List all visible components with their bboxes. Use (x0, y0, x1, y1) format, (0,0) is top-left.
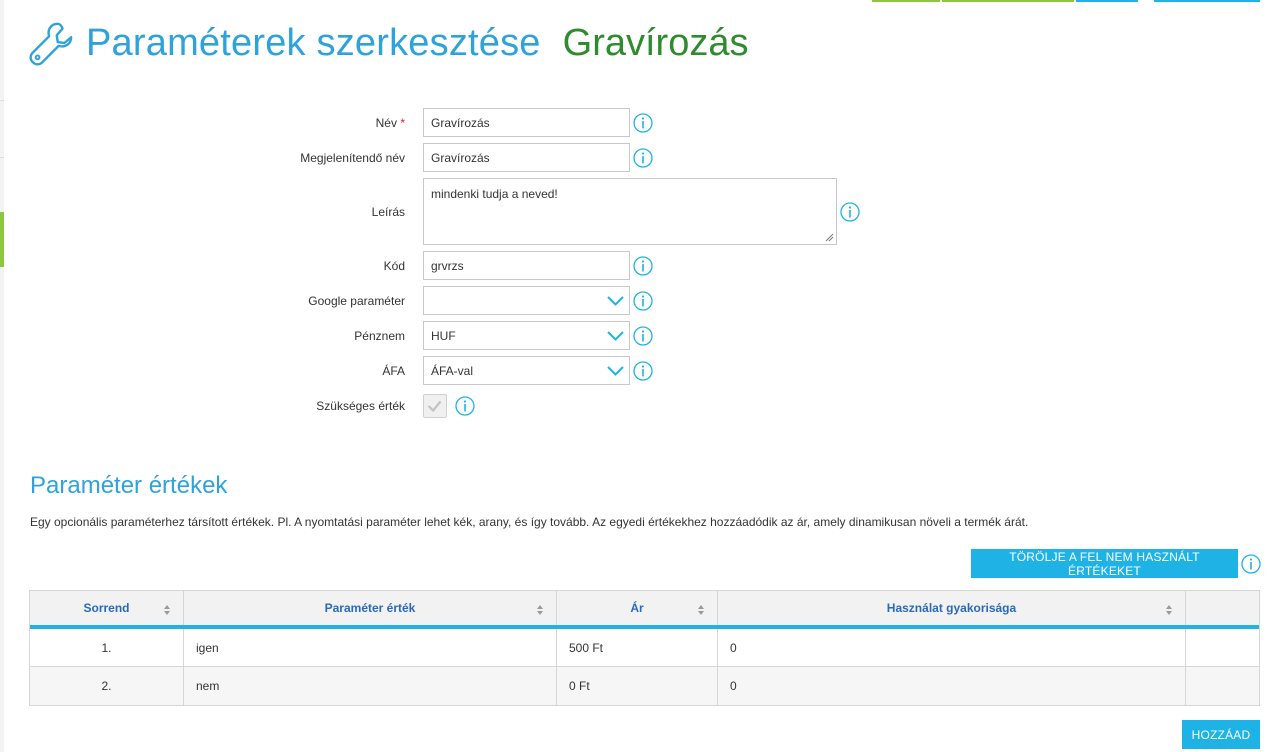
info-icon[interactable] (633, 361, 653, 381)
column-header-label: Használat gyakorisága (886, 601, 1017, 615)
sort-icon (164, 605, 170, 615)
cell-actions (1186, 667, 1259, 705)
column-header-order[interactable]: Sorrend (30, 591, 184, 625)
column-header-parameter-value[interactable]: Paraméter érték (184, 591, 557, 625)
top-tab-strip (1154, 0, 1260, 2)
description-label: Leírás (371, 205, 405, 219)
info-icon[interactable] (633, 326, 653, 346)
required-value-label: Szükséges érték (316, 399, 405, 413)
page-header: Paraméterek szerkesztése Gravírozás (28, 20, 748, 66)
page-title: Paraméterek szerkesztése (86, 21, 541, 64)
table-header-row: Sorrend Paraméter érték Ár Használat gya… (30, 591, 1259, 629)
info-icon[interactable] (633, 291, 653, 311)
code-label: Kód (383, 259, 405, 273)
name-label-text: Név (375, 116, 397, 130)
table-row[interactable]: 2. nem 0 Ft 0 (30, 667, 1259, 705)
sort-icon (698, 605, 704, 615)
cell-usage-frequency: 0 (718, 667, 1186, 705)
add-value-button[interactable]: HOZZÁAD (1182, 720, 1260, 749)
code-input[interactable]: grvrzs (423, 251, 630, 280)
column-header-actions (1186, 591, 1259, 625)
vat-label: ÁFA (382, 364, 405, 378)
name-input-value: Gravírozás (431, 115, 490, 130)
code-input-value: grvrzs (431, 258, 464, 273)
left-edge-strip (0, 0, 4, 752)
info-icon[interactable] (840, 202, 860, 222)
google-parameter-select[interactable] (423, 286, 630, 315)
column-header-label: Paraméter érték (324, 601, 416, 615)
checkmark-icon (427, 400, 442, 413)
column-header-label: Sorrend (83, 601, 130, 615)
section-description: Egy opcionális paraméterhez társított ér… (30, 515, 1029, 529)
left-edge-separator (0, 100, 4, 101)
column-header-label: Ár (630, 601, 644, 615)
cell-parameter-value: nem (184, 667, 557, 705)
display-name-label: Megjelenítendő név (300, 151, 405, 165)
cell-parameter-value: igen (184, 629, 557, 666)
resize-handle-icon[interactable] (825, 233, 834, 242)
cell-price: 0 Ft (557, 667, 718, 705)
vat-select[interactable]: ÁFA-val (423, 356, 630, 385)
left-edge-active-marker (0, 212, 4, 267)
table-row[interactable]: 1. igen 500 Ft 0 (30, 629, 1259, 667)
info-icon[interactable] (633, 256, 653, 276)
parameter-values-table: Sorrend Paraméter érték Ár Használat gya… (29, 590, 1260, 706)
cell-order: 1. (30, 629, 184, 666)
currency-value: HUF (431, 328, 456, 343)
column-header-usage-frequency[interactable]: Használat gyakorisága (718, 591, 1186, 625)
cell-actions (1186, 629, 1259, 666)
description-textarea[interactable]: mindenki tudja a neved! (423, 178, 837, 245)
column-header-price[interactable]: Ár (557, 591, 718, 625)
name-label: Név * (155, 116, 405, 130)
required-asterisk: * (400, 116, 405, 130)
top-tab-strip (942, 0, 1074, 2)
info-icon[interactable] (633, 148, 653, 168)
top-tab-strip (1076, 0, 1138, 2)
display-name-input-value: Gravírozás (431, 150, 490, 165)
delete-unused-values-button[interactable]: TÖRÖLJE A FEL NEM HASZNÁLT ÉRTÉKEKET (971, 549, 1238, 578)
cell-usage-frequency: 0 (718, 629, 1186, 666)
left-edge-separator (0, 157, 4, 158)
currency-label: Pénznem (354, 329, 405, 343)
chevron-down-icon (607, 366, 624, 376)
wrench-icon (29, 22, 73, 66)
description-textarea-value: mindenki tudja a neved! (431, 187, 558, 201)
info-icon[interactable] (1241, 554, 1261, 574)
section-title: Paraméter értékek (30, 472, 228, 499)
page-subtitle: Gravírozás (562, 21, 749, 64)
chevron-down-icon (607, 296, 624, 306)
google-parameter-label: Google paraméter (308, 294, 405, 308)
display-name-input[interactable]: Gravírozás (423, 143, 630, 172)
currency-select[interactable]: HUF (423, 321, 630, 350)
vat-value: ÁFA-val (431, 363, 474, 378)
chevron-down-icon (607, 331, 624, 341)
cell-order: 2. (30, 667, 184, 705)
sort-icon (1166, 605, 1172, 615)
info-icon[interactable] (633, 113, 653, 133)
sort-icon (537, 605, 543, 615)
name-input[interactable]: Gravírozás (423, 108, 630, 137)
required-value-checkbox[interactable] (423, 394, 447, 418)
cell-price: 500 Ft (557, 629, 718, 666)
info-icon[interactable] (455, 396, 475, 416)
top-tab-strip (872, 0, 940, 2)
